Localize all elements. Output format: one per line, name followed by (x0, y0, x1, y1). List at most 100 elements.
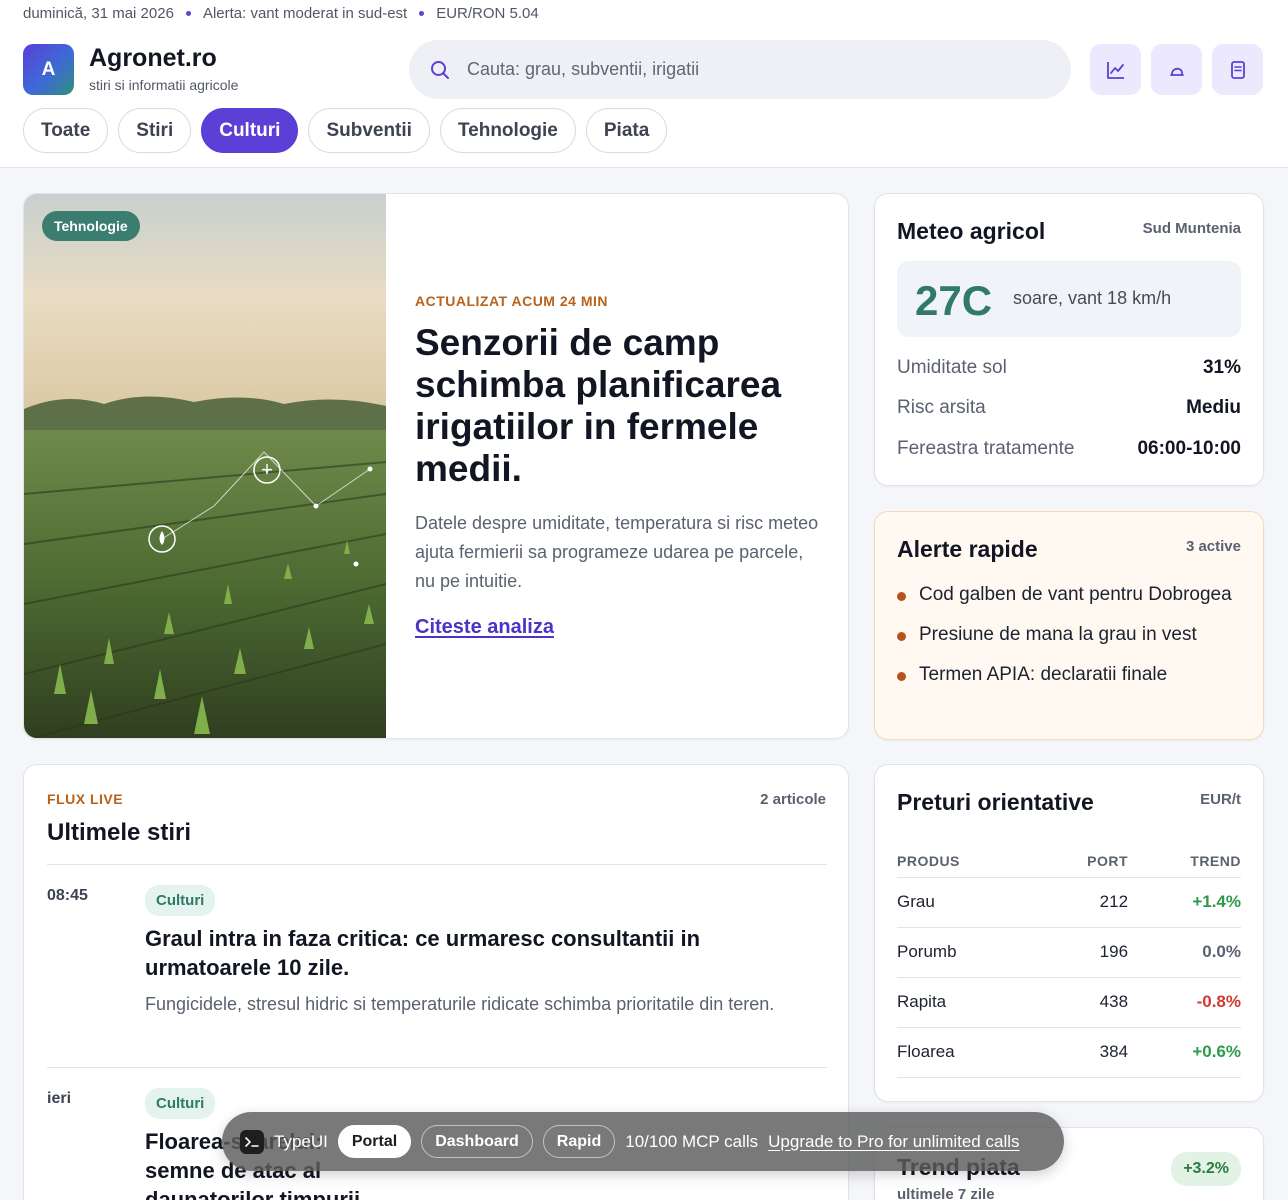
weather-icon (1169, 67, 1184, 76)
prices-unit: EUR/t (1200, 791, 1241, 808)
tab-tehnologie[interactable]: Tehnologie (439, 108, 576, 153)
price-product: Porumb (897, 927, 1038, 978)
site-header: duminică, 31 mai 2026 Alerta: vant moder… (0, 0, 1288, 168)
feed-kicker: FLUX LIVE (47, 791, 124, 807)
weather-row-value: 31% (1202, 357, 1241, 378)
alert-item[interactable]: Cod galben de vant pentru Dobrogea (897, 580, 1237, 609)
tab-toate[interactable]: Toate (23, 108, 109, 153)
site-tagline: stiri si informatii agricole (89, 77, 239, 93)
price-trend: -0.8% (1128, 977, 1241, 1028)
price-value: 212 (1037, 877, 1129, 928)
typeui-toolbar: TypeUI Portal Dashboard Rapid 10/100 MCP… (222, 1112, 1064, 1171)
feed-divider (47, 1067, 827, 1068)
feed-title: Ultimele stiri (47, 819, 192, 846)
alert-bullet-icon (897, 632, 906, 641)
typeui-name: TypeUI (274, 1131, 328, 1151)
temperature-panel: 27C soare, vant 18 km/h (897, 261, 1241, 337)
read-analysis-link[interactable]: Citeste analiza (415, 616, 554, 639)
ticker-alert[interactable]: Alerta: vant moderat in sud-est (203, 5, 407, 22)
hero-article: Tehnologie ACTUALIZAT ACUM 24 MIN Senzor… (23, 193, 849, 739)
charts-button[interactable] (1090, 44, 1141, 95)
weather-region: Sud Muntenia (1142, 220, 1241, 237)
weather-row: Umiditate sol 31% (897, 357, 1241, 379)
price-trend: +0.6% (1128, 1027, 1241, 1078)
price-table-header: PRODUS PORT TREND (897, 845, 1241, 878)
site-name[interactable]: Agronet.ro (89, 44, 217, 73)
site-logo[interactable]: A (23, 44, 74, 95)
category-tabs: Toate Stiri Culturi Subventii Tehnologie… (23, 108, 668, 153)
alert-item[interactable]: Presiune de mana la grau in vest (897, 620, 1237, 649)
alert-text: Cod galben de vant pentru Dobrogea (919, 584, 1232, 605)
mode-rapid-button[interactable]: Rapid (542, 1125, 616, 1158)
article-headline[interactable]: Graul intra in faza critica: ce urmaresc… (145, 924, 805, 982)
price-value: 384 (1037, 1027, 1129, 1078)
alerts-count: 3 active (1185, 538, 1241, 555)
upgrade-pro-link[interactable]: Upgrade to Pro for unlimited calls (768, 1132, 1019, 1152)
tab-stiri[interactable]: Stiri (118, 108, 192, 153)
terminal-icon (240, 1129, 264, 1154)
tab-culturi[interactable]: Culturi (201, 108, 299, 153)
alert-item[interactable]: Termen APIA: declaratii finale (897, 660, 1237, 689)
weather-conditions: soare, vant 18 km/h (1013, 288, 1172, 308)
hero-updated-label: ACTUALIZAT ACUM 24 MIN (415, 293, 608, 309)
price-table-widget: Preturi orientative EUR/t PRODUS PORT TR… (874, 764, 1264, 1102)
weather-title: Meteo agricol (897, 218, 1046, 244)
hero-description: Datele despre umiditate, temperatura si … (415, 513, 819, 591)
document-icon (1230, 60, 1245, 79)
alert-bullet-icon (897, 672, 906, 681)
search-bar[interactable] (409, 40, 1071, 99)
hero-category-badge[interactable]: Tehnologie (42, 211, 140, 241)
ticker-separator (419, 11, 425, 16)
price-product: Rapita (897, 977, 1038, 1028)
weather-row-label: Risc arsita (897, 397, 986, 418)
weather-row: Fereastra tratamente 06:00-10:00 (897, 438, 1241, 460)
alert-bullet-icon (897, 592, 906, 601)
table-row[interactable]: Rapita 438 -0.8% (897, 977, 1241, 1028)
chart-icon (1106, 61, 1124, 79)
weather-row-label: Umiditate sol (897, 357, 1007, 378)
mcp-calls-counter: 10/100 MCP calls (625, 1131, 759, 1151)
alerts-title: Alerte rapide (897, 536, 1038, 562)
column-header-trend: TREND (1128, 845, 1241, 878)
weather-row: Risc arsita Mediu (897, 397, 1241, 419)
quick-alerts: Alerte rapide 3 active Cod galben de van… (874, 511, 1264, 740)
ticker-separator (185, 11, 191, 16)
mode-dashboard-button[interactable]: Dashboard (421, 1125, 533, 1158)
article-time: 08:45 (47, 887, 88, 904)
price-trend: 0.0% (1128, 927, 1241, 978)
search-input[interactable] (467, 59, 1027, 80)
alerts-list: Cod galben de vant pentru Dobrogea Presi… (897, 580, 1237, 700)
tab-piata[interactable]: Piata (585, 108, 668, 153)
article-tag[interactable]: Culturi (145, 1088, 216, 1119)
alert-text: Termen APIA: declaratii finale (919, 664, 1168, 685)
article-summary: Fungicidele, stresul hidric si temperatu… (145, 994, 775, 1014)
table-row[interactable]: Porumb 196 0.0% (897, 927, 1241, 978)
hero-title[interactable]: Senzorii de camp schimba planificarea ir… (415, 322, 825, 490)
trend-subtitle: ultimele 7 zile (897, 1186, 995, 1200)
mode-portal-button[interactable]: Portal (337, 1125, 412, 1158)
column-header-product: PRODUS (897, 845, 1038, 878)
table-row[interactable]: Floarea 384 +0.6% (897, 1027, 1241, 1078)
hero-image[interactable] (24, 194, 386, 739)
price-table: PRODUS PORT TREND Grau 212 +1.4% Porumb 196 0… (897, 845, 1241, 1078)
alert-text: Presiune de mana la grau in vest (919, 624, 1197, 645)
feed-divider (47, 864, 827, 865)
weather-row-value: Mediu (1186, 397, 1241, 418)
column-header-port: PORT (1037, 845, 1129, 878)
price-product: Floarea (897, 1027, 1038, 1078)
ticker-fx: EUR/RON 5.04 (436, 5, 539, 22)
weather-button[interactable] (1151, 44, 1202, 95)
price-value: 196 (1037, 927, 1129, 978)
weather-row-label: Fereastra tratamente (897, 438, 1075, 459)
prices-title: Preturi orientative (897, 789, 1094, 815)
price-product: Grau (897, 877, 1038, 928)
top-ticker: duminică, 31 mai 2026 Alerta: vant moder… (23, 5, 539, 22)
tab-subventii[interactable]: Subventii (308, 108, 430, 153)
article-time: ieri (47, 1090, 72, 1107)
reports-button[interactable] (1212, 44, 1263, 95)
search-icon (431, 60, 449, 79)
weather-row-value: 06:00-10:00 (1137, 438, 1241, 459)
article-tag[interactable]: Culturi (145, 885, 216, 916)
table-row[interactable]: Grau 212 +1.4% (897, 877, 1241, 928)
temperature-value: 27C (915, 277, 993, 324)
